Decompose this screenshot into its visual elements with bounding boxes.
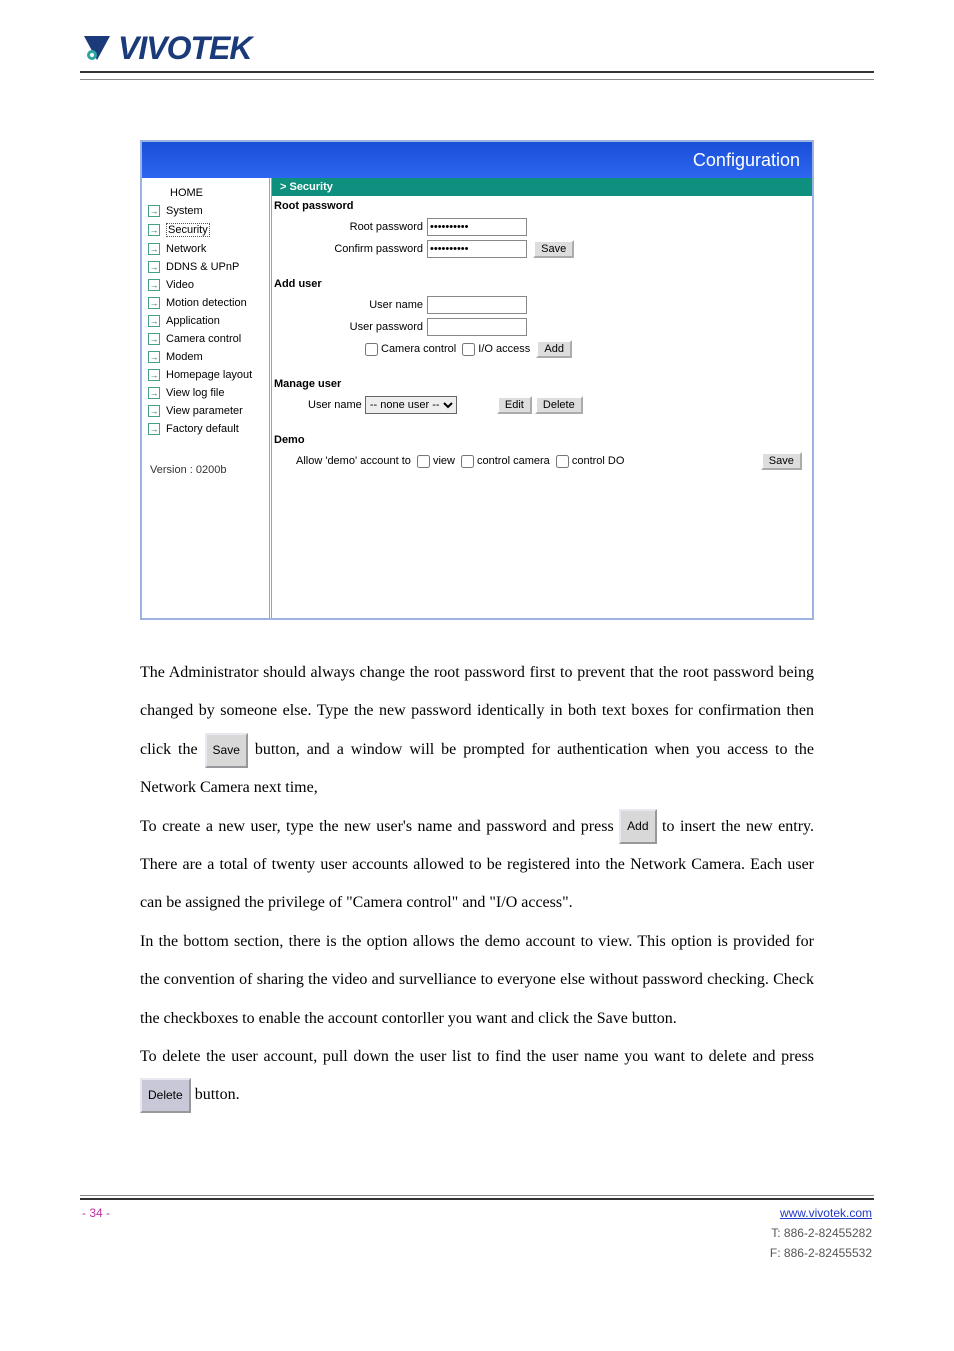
arrow-right-icon: →	[148, 351, 160, 363]
demo-view-checkbox[interactable]	[417, 455, 430, 468]
demo-do-label: control DO	[572, 455, 625, 467]
config-window: Configuration HOME → System → Security	[140, 140, 814, 620]
sidebar-item-motion[interactable]: → Motion detection	[146, 294, 265, 312]
sidebar-label: Security	[166, 223, 210, 237]
sidebar-label: Network	[166, 243, 206, 255]
sidebar-label: Modem	[166, 351, 203, 363]
sidebar-item-video[interactable]: → Video	[146, 276, 265, 294]
section-add-user: Add user	[272, 274, 812, 294]
arrow-right-icon: →	[148, 243, 160, 255]
arrow-right-icon: →	[148, 279, 160, 291]
inline-delete-button[interactable]: Delete	[140, 1078, 191, 1113]
main-pane: > Security Root password Root password C…	[272, 178, 812, 618]
inline-add-button[interactable]: Add	[619, 809, 656, 844]
sidebar-label: View log file	[166, 387, 225, 399]
footer-fax: F: 886-2-82455532	[770, 1246, 872, 1260]
logo: VIVOTEK	[80, 30, 874, 67]
edit-user-button[interactable]: Edit	[497, 396, 532, 414]
sidebar-item-homepage[interactable]: → Homepage layout	[146, 366, 265, 384]
arrow-right-icon: →	[148, 297, 160, 309]
sidebar-label: View parameter	[166, 405, 243, 417]
logo-mark-icon	[80, 32, 114, 66]
arrow-right-icon: →	[148, 261, 160, 273]
arrow-right-icon: →	[148, 369, 160, 381]
arrow-right-icon: →	[148, 205, 160, 217]
config-title: Configuration	[693, 150, 800, 171]
sidebar-item-modem[interactable]: → Modem	[146, 348, 265, 366]
sidebar: HOME → System → Security → Network	[142, 178, 272, 618]
arrow-right-icon: →	[148, 333, 160, 345]
add-userpass-label: User password	[272, 321, 427, 333]
io-access-checkbox[interactable]	[462, 343, 475, 356]
sidebar-item-network[interactable]: → Network	[146, 240, 265, 258]
sidebar-label: DDNS & UPnP	[166, 261, 239, 273]
save-demo-button[interactable]: Save	[761, 452, 802, 470]
footer-tel: T: 886-2-82455282	[771, 1226, 872, 1240]
sidebar-item-application[interactable]: → Application	[146, 312, 265, 330]
sidebar-label: Factory default	[166, 423, 239, 435]
footer-link[interactable]: www.vivotek.com	[780, 1206, 872, 1220]
p4b: button.	[195, 1086, 240, 1103]
root-password-input[interactable]	[427, 218, 527, 236]
header-rule	[80, 71, 874, 73]
demo-prefix: Allow 'demo' account to	[296, 455, 411, 467]
sidebar-label: System	[166, 205, 203, 217]
demo-do-checkbox[interactable]	[556, 455, 569, 468]
sidebar-home-label: HOME	[170, 187, 203, 199]
p4a: To delete the user account, pull down th…	[140, 1048, 814, 1065]
version-text: Version : 0200b	[146, 464, 265, 476]
sidebar-item-camera-control[interactable]: → Camera control	[146, 330, 265, 348]
page-number: - 34 -	[82, 1206, 110, 1220]
arrow-right-icon: →	[148, 315, 160, 327]
sidebar-label: Camera control	[166, 333, 241, 345]
demo-view-label: view	[433, 455, 455, 467]
sidebar-label: Application	[166, 315, 220, 327]
demo-cam-label: control camera	[477, 455, 550, 467]
body-text: The Administrator should always change t…	[140, 654, 814, 1115]
io-access-label: I/O access	[478, 343, 530, 355]
inline-save-button[interactable]: Save	[205, 733, 248, 768]
p2a: To create a new user, type the new user'…	[140, 818, 619, 835]
add-userpass-input[interactable]	[427, 318, 527, 336]
logo-text: VIVOTEK	[118, 30, 251, 67]
confirm-password-label: Confirm password	[272, 243, 427, 255]
arrow-right-icon: →	[148, 405, 160, 417]
sidebar-label: Video	[166, 279, 194, 291]
arrow-right-icon: →	[148, 224, 160, 236]
delete-user-button[interactable]: Delete	[535, 396, 583, 414]
camera-control-checkbox[interactable]	[365, 343, 378, 356]
p3: In the bottom section, there is the opti…	[140, 923, 814, 1038]
sidebar-item-viewparam[interactable]: → View parameter	[146, 402, 265, 420]
camera-control-label: Camera control	[381, 343, 456, 355]
sidebar-item-ddns[interactable]: → DDNS & UPnP	[146, 258, 265, 276]
section-root-password: Root password	[272, 196, 812, 216]
arrow-right-icon: →	[148, 387, 160, 399]
demo-cam-checkbox[interactable]	[461, 455, 474, 468]
save-root-button[interactable]: Save	[533, 240, 574, 258]
sidebar-home[interactable]: HOME	[146, 184, 265, 202]
section-manage-user: Manage user	[272, 374, 812, 394]
add-username-input[interactable]	[427, 296, 527, 314]
add-username-label: User name	[272, 299, 427, 311]
sidebar-label: Homepage layout	[166, 369, 252, 381]
manage-username-label: User name	[308, 399, 362, 411]
breadcrumb: > Security	[272, 178, 812, 196]
section-demo: Demo	[272, 430, 812, 450]
sidebar-item-factory[interactable]: → Factory default	[146, 420, 265, 438]
add-user-button[interactable]: Add	[536, 340, 572, 358]
confirm-password-input[interactable]	[427, 240, 527, 258]
manage-username-select[interactable]: -- none user --	[365, 396, 457, 414]
sidebar-label: Motion detection	[166, 297, 247, 309]
sidebar-item-system[interactable]: → System	[146, 202, 265, 220]
sidebar-item-viewlog[interactable]: → View log file	[146, 384, 265, 402]
sidebar-item-security[interactable]: → Security	[146, 220, 265, 240]
footer: - 34 - www.vivotek.com T: 886-2-82455282…	[80, 1195, 874, 1260]
arrow-right-icon: →	[148, 423, 160, 435]
root-password-label: Root password	[272, 221, 427, 233]
config-titlebar: Configuration	[142, 142, 812, 178]
